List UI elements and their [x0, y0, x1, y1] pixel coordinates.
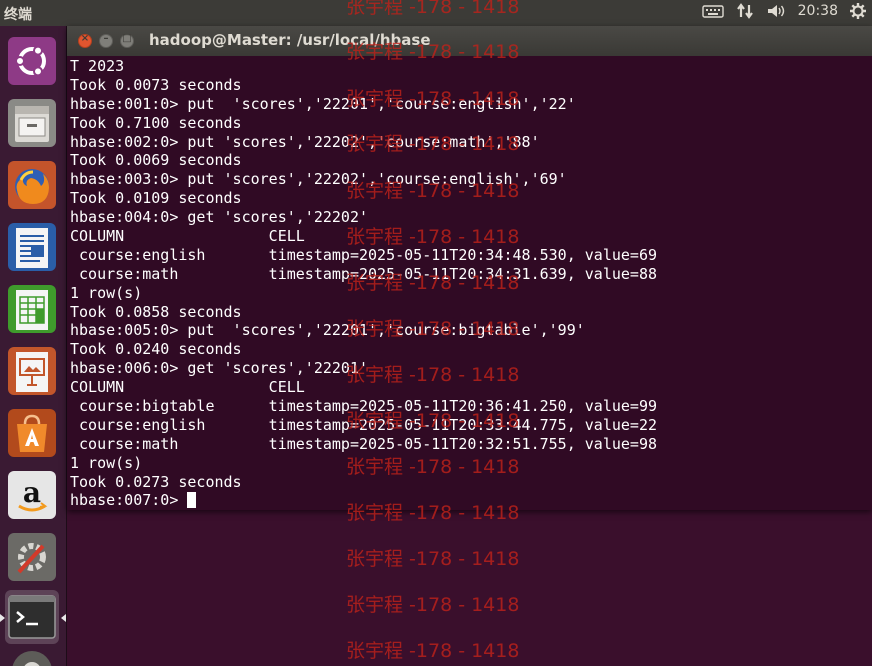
running-indicator: [0, 614, 5, 622]
terminal-line: T 2023: [70, 57, 125, 75]
top-panel: 终端 20:38: [0, 0, 872, 26]
power-gear-icon[interactable]: [850, 3, 866, 19]
maximize-button[interactable]: □: [120, 33, 134, 48]
terminal-line: 1 row(s): [70, 453, 143, 472]
terminal-line: Took 0.0073 seconds: [70, 75, 242, 94]
keyboard-icon[interactable]: [701, 3, 724, 19]
terminal-line: hbase:006:0> get 'scores','22201': [70, 359, 369, 378]
indicator-area: 20:38: [701, 3, 866, 19]
terminal-line: hbase:004:0> get 'scores','22202': [70, 208, 369, 227]
terminal-icon[interactable]: [0, 590, 66, 644]
partial-launcher-icon[interactable]: [5, 646, 59, 666]
close-button[interactable]: ×: [78, 33, 92, 48]
terminal-output[interactable]: T 2023 Took 0.0073 seconds hbase:001:0> pu…: [70, 57, 868, 510]
minimize-icon: –: [103, 33, 109, 44]
launcher: a: [0, 26, 67, 666]
terminal-line: hbase:003:0> put 'scores','22202','cours…: [70, 170, 567, 189]
terminal-line: Took 0.0109 seconds: [70, 189, 242, 208]
window-title: hadoop@Master: /usr/local/hbase: [149, 31, 431, 49]
minimize-button[interactable]: –: [99, 33, 113, 48]
terminal-line: Took 0.7100 seconds: [70, 113, 242, 132]
terminal-line: Took 0.0069 seconds: [70, 151, 242, 170]
terminal-line: course:math timestamp=2025-05-11T20:34:3…: [70, 264, 657, 283]
ubuntu-dash-icon[interactable]: [5, 34, 59, 88]
files-icon[interactable]: [5, 96, 59, 150]
text-cursor: [187, 492, 197, 509]
clock[interactable]: 20:38: [798, 3, 838, 19]
volume-icon[interactable]: [766, 3, 786, 19]
terminal-line: course:english timestamp=2025-05-11T20:3…: [70, 415, 657, 434]
terminal-line: 1 row(s): [70, 283, 143, 302]
calc-icon[interactable]: [5, 282, 59, 336]
terminal-line: hbase:001:0> put 'scores','22201','cours…: [70, 94, 576, 113]
firefox-icon[interactable]: [5, 158, 59, 212]
system-settings-icon[interactable]: [5, 530, 59, 584]
maximize-icon: □: [122, 33, 132, 44]
terminal-line: hbase:002:0> put 'scores','22202','cours…: [70, 132, 540, 151]
terminal-line: COLUMN CELL: [70, 378, 305, 397]
terminal-line: COLUMN CELL: [70, 227, 305, 246]
desktop-background: [67, 510, 872, 666]
app-name: 终端: [4, 7, 32, 23]
focused-indicator: [61, 614, 66, 622]
terminal-line: course:bigtable timestamp=2025-05-11T20:…: [70, 397, 657, 416]
network-arrows-icon[interactable]: [736, 3, 754, 19]
terminal-prompt: hbase:007:0>: [70, 491, 188, 510]
title-bar[interactable]: × – □ hadoop@Master: /usr/local/hbase: [67, 26, 872, 56]
impress-icon[interactable]: [5, 344, 59, 398]
terminal-prompt-line[interactable]: hbase:007:0>: [70, 491, 868, 510]
terminal-line: Took 0.0858 seconds: [70, 302, 242, 321]
terminal-line: Took 0.0273 seconds: [70, 472, 242, 491]
terminal-line: Took 0.0240 seconds: [70, 340, 242, 359]
terminal-line: course:math timestamp=2025-05-11T20:32:5…: [70, 434, 657, 453]
svg-text:a: a: [23, 476, 41, 509]
amazon-icon[interactable]: a: [5, 468, 59, 522]
terminal-line: hbase:005:0> put 'scores','22201','cours…: [70, 321, 585, 340]
writer-icon[interactable]: [5, 220, 59, 274]
software-center-icon[interactable]: [5, 406, 59, 460]
terminal-line: course:english timestamp=2025-05-11T20:3…: [70, 245, 657, 264]
terminal-window: × – □ hadoop@Master: /usr/local/hbase T …: [67, 26, 872, 510]
close-icon: ×: [80, 33, 90, 44]
